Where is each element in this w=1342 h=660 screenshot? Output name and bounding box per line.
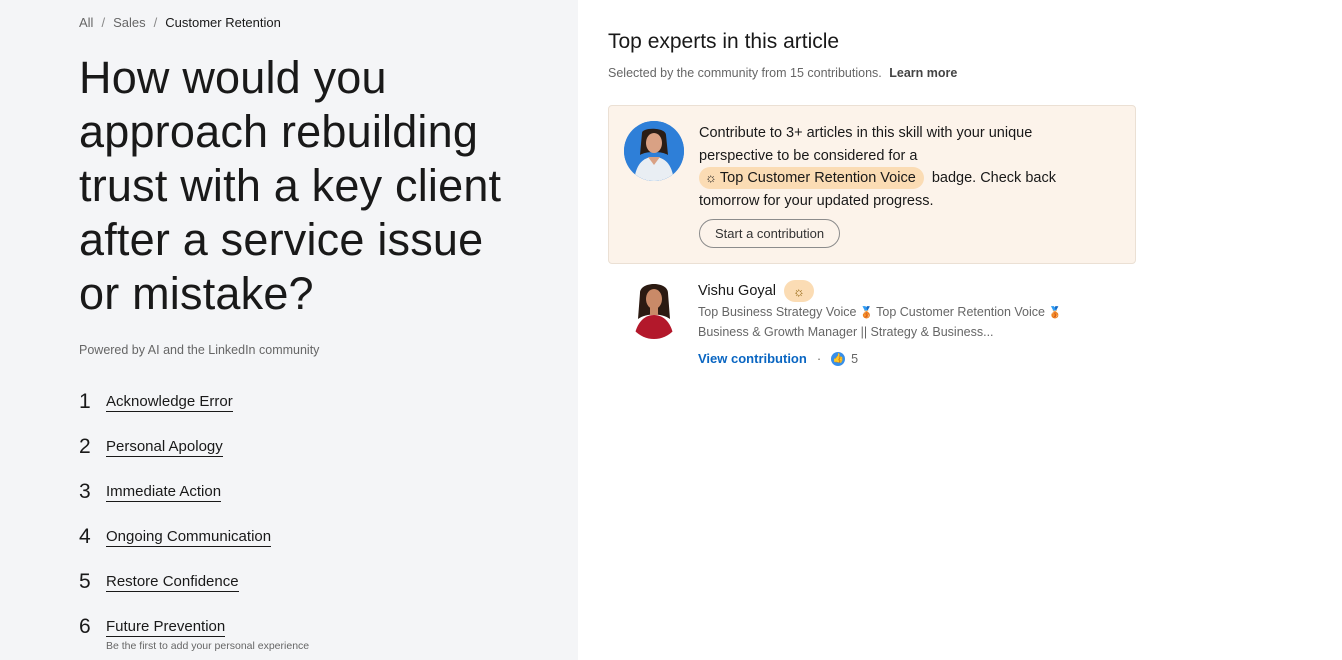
avatar[interactable] bbox=[626, 279, 682, 339]
avatar bbox=[624, 121, 684, 181]
experts-subtitle-text: Selected by the community from 15 contri… bbox=[608, 66, 882, 80]
toc-link-restore-confidence[interactable]: Restore Confidence bbox=[106, 573, 239, 592]
toc-number: 4 bbox=[79, 525, 91, 548]
expert-name-row: Vishu Goyal ☼ bbox=[698, 280, 814, 302]
toc-link-immediate-action[interactable]: Immediate Action bbox=[106, 483, 222, 502]
contribute-text-before: Contribute to 3+ articles in this skill … bbox=[699, 125, 1033, 164]
breadcrumb-sales[interactable]: Sales bbox=[113, 15, 146, 30]
medal-icon: 🥉 bbox=[859, 307, 874, 319]
breadcrumb-current: Customer Retention bbox=[165, 15, 281, 30]
toc-number: 5 bbox=[79, 570, 91, 593]
expert-card: Vishu Goyal ☼ Top Business Strategy Voic… bbox=[608, 277, 1136, 377]
medal-icon: 🥉 bbox=[1047, 307, 1062, 319]
sun-icon: ☼ bbox=[705, 170, 717, 185]
experts-subtitle: Selected by the community from 15 contri… bbox=[608, 66, 957, 80]
breadcrumb-all[interactable]: All bbox=[79, 15, 93, 30]
article-pane: All / Sales / Customer Retention How wou… bbox=[0, 0, 578, 660]
toc-link-personal-apology[interactable]: Personal Apology bbox=[106, 438, 223, 457]
experts-pane: Top experts in this article Selected by … bbox=[578, 0, 1342, 660]
breadcrumb-separator: / bbox=[101, 15, 106, 30]
separator-dot: · bbox=[816, 351, 822, 366]
person-avatar-icon bbox=[626, 279, 682, 339]
expert-actions: View contribution · 👍 5 bbox=[698, 351, 858, 366]
breadcrumb: All / Sales / Customer Retention bbox=[79, 15, 281, 30]
contribute-card: Contribute to 3+ articles in this skill … bbox=[608, 105, 1136, 264]
badge-label: Top Customer Retention Voice bbox=[719, 170, 916, 186]
contribute-message: Contribute to 3+ articles in this skill … bbox=[699, 122, 1099, 212]
expert-title: Business & Growth Manager || Strategy & … bbox=[698, 325, 994, 339]
person-avatar-icon bbox=[624, 121, 684, 181]
toc-link-acknowledge-error[interactable]: Acknowledge Error bbox=[106, 393, 233, 412]
expert-name[interactable]: Vishu Goyal bbox=[698, 283, 776, 299]
toc-number: 3 bbox=[79, 480, 91, 503]
like-count: 5 bbox=[851, 351, 859, 366]
toc-subtext: Be the first to add your personal experi… bbox=[106, 640, 310, 652]
headline-voice-2: Top Customer Retention Voice bbox=[876, 305, 1045, 319]
sun-icon: ☼ bbox=[783, 280, 814, 302]
top-voice-badge: ☼ Top Customer Retention Voice bbox=[699, 167, 924, 189]
toc-number: 6 bbox=[79, 615, 91, 638]
toc-number: 2 bbox=[79, 435, 91, 458]
powered-by-text: Powered by AI and the LinkedIn community bbox=[79, 343, 320, 357]
headline-voice-1: Top Business Strategy Voice bbox=[698, 305, 857, 319]
expert-headline: Top Business Strategy Voice 🥉 Top Customer… bbox=[698, 305, 1065, 319]
view-contribution-link[interactable]: View contribution bbox=[698, 351, 807, 366]
toc-link-ongoing-communication[interactable]: Ongoing Communication bbox=[106, 528, 272, 547]
breadcrumb-separator: / bbox=[153, 15, 158, 30]
experts-title: Top experts in this article bbox=[608, 30, 840, 53]
like-icon: 👍 bbox=[831, 351, 846, 366]
page-title: How would you approach rebuilding trust … bbox=[79, 52, 502, 319]
toc-number: 1 bbox=[79, 390, 91, 413]
toc-link-future-prevention[interactable]: Future Prevention bbox=[106, 618, 226, 637]
learn-more-link[interactable]: Learn more bbox=[889, 66, 957, 80]
start-contribution-button[interactable]: Start a contribution bbox=[699, 219, 841, 248]
